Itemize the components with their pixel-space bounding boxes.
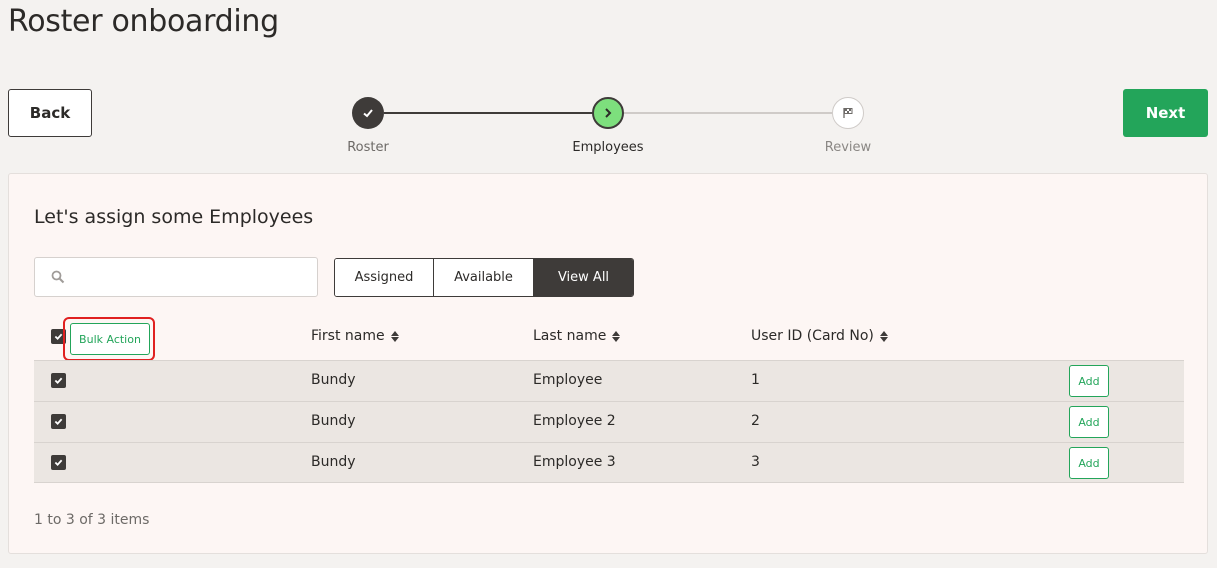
column-label: Last name <box>533 328 607 344</box>
column-header-first-name[interactable]: First name <box>311 328 399 344</box>
row-checkbox[interactable] <box>51 414 66 429</box>
flag-icon <box>843 108 853 118</box>
table-row: Bundy Employee 3 3 Add <box>34 442 1184 483</box>
row-checkbox[interactable] <box>51 373 66 388</box>
column-label: First name <box>311 328 385 344</box>
page-title: Roster onboarding <box>8 4 279 39</box>
back-button[interactable]: Back <box>8 89 92 137</box>
row-checkbox[interactable] <box>51 455 66 470</box>
column-header-user-id[interactable]: User ID (Card No) <box>751 328 888 344</box>
check-icon <box>54 333 63 341</box>
step-label-roster: Roster <box>347 140 389 155</box>
pagination-summary: 1 to 3 of 3 items <box>34 512 150 528</box>
filter-toggle-group: Assigned Available View All <box>334 258 634 297</box>
sort-icon <box>879 330 888 342</box>
sort-icon <box>390 330 399 342</box>
check-icon <box>54 459 63 467</box>
bulk-action-button[interactable]: Bulk Action <box>70 323 150 355</box>
cell-last-name: Employee <box>533 372 603 388</box>
check-icon <box>363 109 373 118</box>
search-input[interactable] <box>71 258 311 296</box>
step-label-employees: Employees <box>572 140 644 155</box>
cell-last-name: Employee 3 <box>533 454 616 470</box>
table-row: Bundy Employee 1 Add <box>34 360 1184 401</box>
step-roster[interactable] <box>352 97 384 129</box>
cell-first-name: Bundy <box>311 413 356 429</box>
cell-user-id: 1 <box>751 372 760 388</box>
column-header-last-name[interactable]: Last name <box>533 328 621 344</box>
chevron-right-icon <box>605 108 612 118</box>
add-button[interactable]: Add <box>1069 447 1109 479</box>
step-review[interactable] <box>832 97 864 129</box>
cell-user-id: 2 <box>751 413 760 429</box>
filter-assigned-button[interactable]: Assigned <box>335 259 434 296</box>
add-button[interactable]: Add <box>1069 406 1109 438</box>
step-connector-pending <box>624 112 832 114</box>
cell-first-name: Bundy <box>311 372 356 388</box>
step-employees[interactable] <box>592 97 624 129</box>
step-connector-completed <box>384 112 593 114</box>
assign-employees-card: Let's assign some Employees Assigned Ava… <box>8 173 1208 554</box>
filter-available-button[interactable]: Available <box>434 259 534 296</box>
next-button[interactable]: Next <box>1123 89 1208 137</box>
filter-view-all-button[interactable]: View All <box>534 259 633 296</box>
employees-table: Bulk Action First name Last name User ID… <box>34 314 1184 483</box>
sort-icon <box>612 330 621 342</box>
card-title: Let's assign some Employees <box>34 206 314 228</box>
table-header: Bulk Action First name Last name User ID… <box>34 314 1184 361</box>
cell-first-name: Bundy <box>311 454 356 470</box>
check-icon <box>54 377 63 385</box>
cell-last-name: Employee 2 <box>533 413 616 429</box>
search-icon <box>51 270 65 284</box>
step-label-review: Review <box>824 140 872 155</box>
add-button[interactable]: Add <box>1069 365 1109 397</box>
cell-user-id: 3 <box>751 454 760 470</box>
check-icon <box>54 418 63 426</box>
column-label: User ID (Card No) <box>751 328 874 344</box>
bulk-action-highlight: Bulk Action <box>63 317 155 361</box>
search-box <box>34 257 318 297</box>
table-row: Bundy Employee 2 2 Add <box>34 401 1184 442</box>
